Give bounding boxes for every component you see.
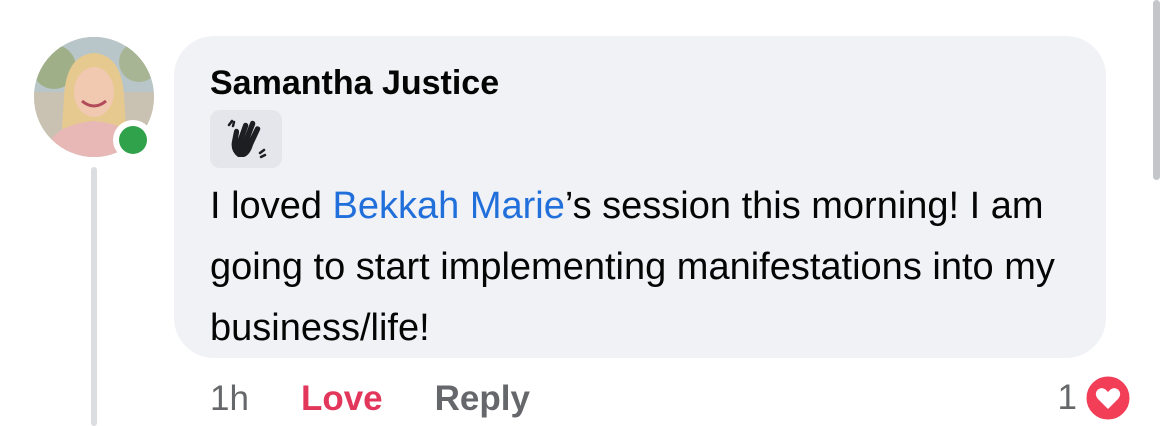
comment-thread: Samantha Justice I loved Bekkah Marie’s … (0, 0, 1169, 426)
reaction-count: 1 (1057, 378, 1077, 417)
online-status-indicator (113, 120, 153, 160)
reply-button[interactable]: Reply (435, 379, 530, 419)
comment-actions: 1h Love Reply (210, 375, 530, 423)
thread-line (91, 167, 97, 426)
comment-text: I loved Bekkah Marie’s session this morn… (210, 176, 1090, 359)
waving-hand-icon (227, 119, 267, 159)
scrollbar[interactable] (1153, 0, 1160, 180)
comment-author[interactable]: Samantha Justice (210, 62, 1070, 104)
comment-bubble: Samantha Justice I loved Bekkah Marie’s … (174, 36, 1106, 358)
love-button[interactable]: Love (301, 379, 383, 419)
heart-reaction-icon (1083, 373, 1133, 423)
comment-timestamp[interactable]: 1h (210, 379, 249, 419)
mention-link[interactable]: Bekkah Marie (333, 185, 565, 227)
waving-hand-badge (210, 110, 282, 168)
comment-text-start: I loved (210, 185, 333, 227)
reaction-summary[interactable]: 1 (1058, 373, 1133, 423)
